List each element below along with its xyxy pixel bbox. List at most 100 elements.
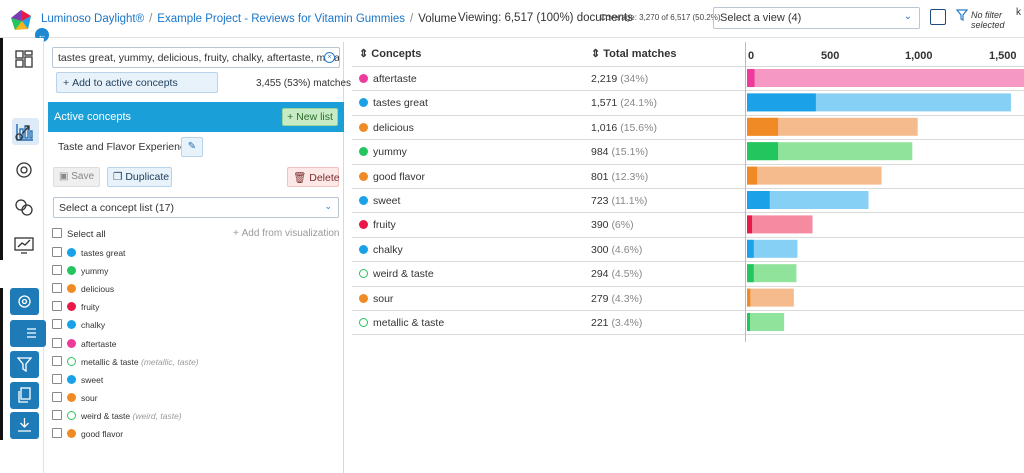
concept-color-dot <box>67 356 76 366</box>
bar-exact[interactable] <box>747 191 770 209</box>
bar-total[interactable] <box>747 264 797 283</box>
bar-total[interactable] <box>747 239 798 258</box>
sort-icon[interactable]: ⇕ <box>591 48 603 60</box>
concept-color-dot <box>359 122 368 132</box>
save-view-icon[interactable] <box>930 9 946 25</box>
filter-icon <box>17 357 32 372</box>
select-all-checkbox[interactable]: Select all <box>52 228 106 240</box>
checkbox[interactable] <box>52 283 62 294</box>
concept-list-item[interactable]: aftertaste <box>52 337 116 352</box>
chevron-down-icon: ⌄ <box>324 201 332 211</box>
total-matches-column-header[interactable]: ⇕ Total matches <box>591 42 676 66</box>
checkbox[interactable] <box>52 337 62 348</box>
view-select[interactable]: Select a view (4) ⌄ <box>713 7 920 29</box>
concept-list-item[interactable]: metallic & taste (metallic, taste) <box>52 355 199 370</box>
concept-list-item[interactable]: fruity <box>52 301 99 315</box>
sentiment-icon[interactable] <box>13 196 35 218</box>
concept-list-select[interactable]: Select a concept list (17) ⌄ <box>53 197 339 218</box>
concept-list-item[interactable]: yummy <box>52 265 108 279</box>
volume-table: ⇕ Concepts ⇕ Total matches aftertaste 2,2… <box>352 42 1024 342</box>
breadcrumb-project[interactable]: Example Project - Reviews for Vitamin Gu… <box>157 13 405 25</box>
bar-total[interactable] <box>747 69 1024 87</box>
settings-button[interactable] <box>10 288 39 315</box>
add-from-visualization-button[interactable]: + Add from visualization <box>233 228 339 239</box>
concept-list-item[interactable]: sour <box>52 391 98 406</box>
concept-list-item[interactable]: sweet <box>52 373 104 388</box>
bar-total[interactable] <box>747 166 882 185</box>
plus-icon: + <box>233 228 242 239</box>
checkbox[interactable] <box>52 428 62 438</box>
concept-name: aftertaste <box>373 73 417 85</box>
filter-button[interactable] <box>10 351 39 378</box>
sort-icon[interactable]: ⇕ <box>359 48 371 60</box>
save-list-button[interactable]: ▣ Save <box>53 167 100 187</box>
checkbox[interactable] <box>52 373 62 384</box>
concept-search-input[interactable]: tastes great, yummy, delicious, fruity, … <box>52 47 340 68</box>
select-all-label: Select all <box>67 229 106 240</box>
concept-color-dot <box>359 318 368 327</box>
bar-exact[interactable] <box>747 264 754 283</box>
total-matches-value: 390 <box>591 219 612 232</box>
filter-status: No filter selected <box>971 10 1005 30</box>
total-matches-value: 300 <box>591 243 612 256</box>
chevron-down-icon: ⌄ <box>903 11 912 22</box>
pencil-icon: ✎ <box>187 141 197 152</box>
checkbox[interactable] <box>52 319 62 330</box>
concept-list-name: Taste and Flavor Experience <box>58 141 192 153</box>
breadcrumb-app[interactable]: Luminoso Daylight® <box>41 13 144 25</box>
luminoso-logo-icon[interactable] <box>10 9 32 31</box>
concept-label: sweet <box>81 374 104 385</box>
outliers-icon[interactable] <box>13 158 35 180</box>
delete-list-button[interactable]: 🗑 Delete <box>287 167 340 187</box>
bar-exact[interactable] <box>747 313 750 331</box>
clear-icon[interactable]: × <box>324 52 335 63</box>
bar-exact[interactable] <box>747 93 816 112</box>
concepts-column-header[interactable]: ⇕ Concepts <box>359 42 421 66</box>
filter-icon[interactable] <box>956 9 968 21</box>
concept-list-item[interactable]: delicious <box>52 283 114 297</box>
bar-total[interactable] <box>747 288 794 307</box>
new-list-label: New list <box>296 111 333 123</box>
concept-list-item[interactable]: weird & taste (weird, taste) <box>52 409 182 424</box>
checkbox[interactable] <box>52 409 62 420</box>
concept-list-item[interactable]: chalky <box>52 319 105 333</box>
concept-name: metallic & taste <box>373 317 445 329</box>
concept-list-button[interactable] <box>10 320 46 347</box>
concept-search-value: tastes great, yummy, delicious, fruity, … <box>58 52 340 64</box>
concept-name: fruity <box>373 219 396 232</box>
concept-list-item[interactable]: good flavor <box>52 428 123 442</box>
drivers-icon[interactable] <box>13 121 35 143</box>
concept-color-dot <box>359 196 368 205</box>
duplicate-list-button[interactable]: ❐ Duplicate <box>107 167 172 187</box>
bar-exact[interactable] <box>747 288 751 307</box>
download-button[interactable] <box>10 412 39 439</box>
concept-name-cell: metallic & taste <box>359 317 444 329</box>
edit-list-name-button[interactable]: ✎ <box>181 137 203 157</box>
compass-icon[interactable] <box>13 234 35 256</box>
concept-name-cell: yummy <box>359 146 407 158</box>
bar-total[interactable] <box>747 215 813 234</box>
total-matches-percent: (4.6%) <box>611 243 643 256</box>
checkbox[interactable] <box>52 301 62 312</box>
bar-exact[interactable] <box>747 166 758 185</box>
bar-exact[interactable] <box>747 215 753 234</box>
bar-total[interactable] <box>747 313 785 331</box>
documents-button[interactable] <box>10 382 39 409</box>
checkbox[interactable] <box>52 228 62 238</box>
new-list-button[interactable]: + New list <box>282 108 338 126</box>
concept-list-item[interactable]: tastes great <box>52 247 125 261</box>
checkbox[interactable] <box>52 355 62 366</box>
checkbox[interactable] <box>52 247 62 257</box>
checkbox[interactable] <box>52 391 62 402</box>
concept-label: chalky <box>81 320 106 331</box>
bar-exact[interactable] <box>747 239 754 258</box>
bar-exact[interactable] <box>747 117 779 136</box>
concept-color-dot <box>359 98 368 108</box>
checkbox[interactable] <box>52 265 62 276</box>
concept-name-cell: aftertaste <box>359 73 417 85</box>
total-matches-value: 2,219 <box>591 73 621 85</box>
bar-exact[interactable] <box>747 69 755 87</box>
bar-exact[interactable] <box>747 142 779 161</box>
add-to-active-concepts-button[interactable]: + Add to active concepts <box>56 72 218 93</box>
galaxy-icon[interactable] <box>13 48 35 70</box>
